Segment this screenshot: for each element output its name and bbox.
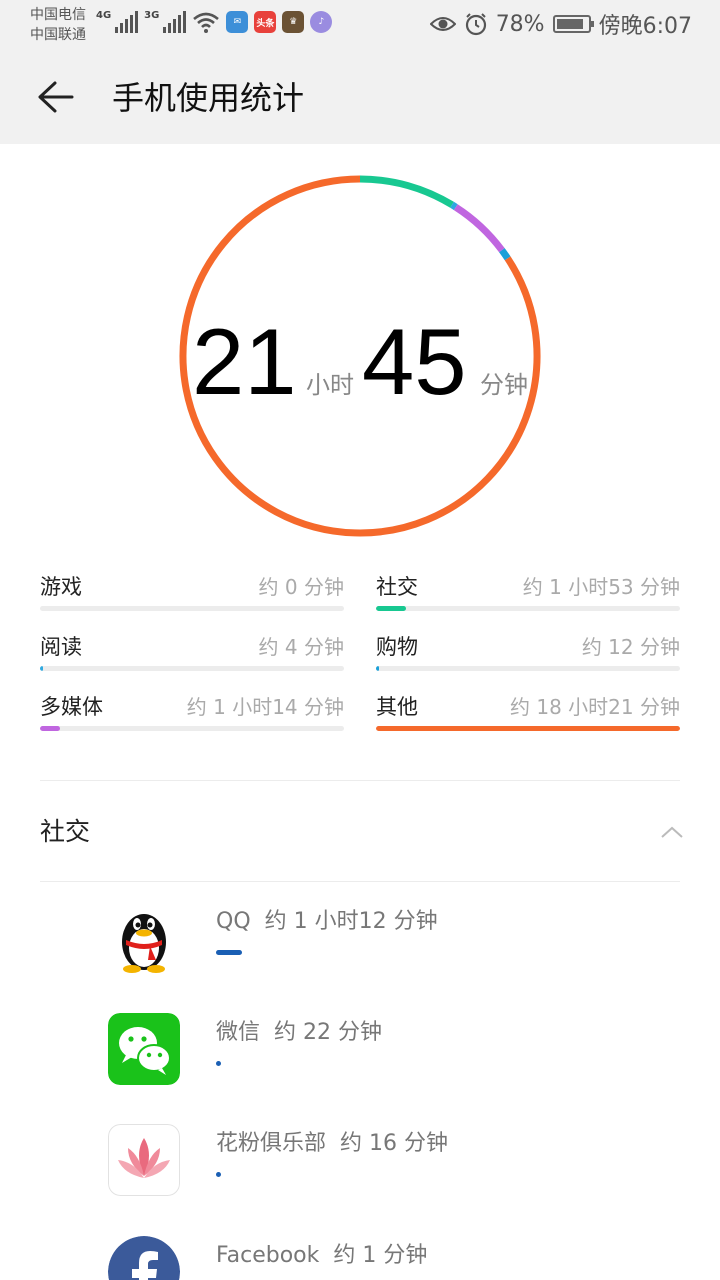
app-usage: 约 1 分钟 bbox=[333, 1243, 428, 1268]
category-value: 约 12 分钟 bbox=[581, 635, 680, 659]
app-name: 微信 bbox=[216, 1020, 261, 1045]
category-value: 约 1 小时53 分钟 bbox=[522, 575, 680, 599]
category-name: 购物 bbox=[376, 635, 418, 659]
page-title: 手机使用统计 bbox=[112, 79, 305, 117]
app-row-qq[interactable]: QQ 约 1 小时12 分钟 bbox=[0, 902, 720, 1002]
category-social[interactable]: 社交 约 1 小时53 分钟 bbox=[376, 574, 680, 618]
ring-segment-0 bbox=[359, 175, 454, 208]
ring-segment-2 bbox=[453, 204, 505, 253]
total-usage: 21 小时 45 分钟 bbox=[0, 312, 720, 412]
battery-percent: 78% bbox=[495, 11, 545, 37]
status-icons-left: 4G 3G ✉ 头条 ♛ ♪ bbox=[96, 10, 333, 34]
category-track bbox=[40, 606, 344, 611]
hours-unit: 小时 bbox=[306, 371, 354, 399]
category-bar bbox=[40, 666, 44, 671]
category-value: 约 0 分钟 bbox=[258, 575, 344, 599]
category-shopping[interactable]: 购物 约 12 分钟 bbox=[376, 634, 680, 678]
total-minutes: 45 bbox=[362, 309, 467, 414]
signal-icon-2 bbox=[163, 11, 187, 33]
category-bar bbox=[376, 726, 680, 731]
app-label: 花粉俱乐部约 16 分钟 bbox=[216, 1130, 448, 1158]
toutiao-icon: 头条 bbox=[254, 11, 277, 33]
category-multimedia[interactable]: 多媒体 约 1 小时14 分钟 bbox=[40, 694, 344, 738]
app-name: Facebook bbox=[216, 1243, 320, 1268]
eye-icon bbox=[429, 17, 456, 31]
total-hours: 21 bbox=[192, 309, 297, 414]
game-app-icon: ♛ bbox=[282, 11, 305, 33]
wifi-icon bbox=[193, 12, 220, 33]
carrier-2: 中国联通 bbox=[30, 27, 86, 43]
network-type-1: 4G bbox=[96, 10, 112, 21]
category-name: 多媒体 bbox=[40, 695, 103, 719]
ring-segment-3 bbox=[499, 248, 511, 261]
music-app-icon: ♪ bbox=[310, 11, 333, 33]
category-bar bbox=[376, 666, 380, 671]
app-name: QQ bbox=[216, 909, 251, 934]
status-bar: 中国电信 中国联通 4G 3G ✉ 头条 ♛ ♪ 78% 傍晚6:07 bbox=[0, 0, 720, 50]
category-track bbox=[376, 606, 680, 611]
category-bar bbox=[376, 606, 407, 611]
app-notification-icon: ✉ bbox=[226, 11, 249, 33]
category-track bbox=[40, 666, 344, 671]
category-name: 游戏 bbox=[40, 575, 82, 599]
minutes-unit: 分钟 bbox=[480, 371, 528, 399]
battery-icon bbox=[552, 15, 594, 33]
carrier-info: 中国电信 中国联通 bbox=[30, 5, 86, 45]
category-games[interactable]: 游戏 约 0 分钟 bbox=[40, 574, 344, 618]
category-name: 社交 bbox=[376, 575, 418, 599]
section-title[interactable]: 社交 bbox=[40, 816, 90, 848]
category-track bbox=[40, 726, 344, 731]
divider bbox=[40, 881, 680, 882]
app-label: Facebook 约 1 分钟 bbox=[216, 1242, 427, 1270]
status-icons-right: 78% 傍晚6:07 bbox=[429, 8, 692, 40]
carrier-1: 中国电信 bbox=[30, 7, 86, 23]
category-value: 约 18 小时21 分钟 bbox=[510, 695, 680, 719]
clock: 傍晚6:07 bbox=[598, 14, 692, 39]
qq-penguin-icon bbox=[122, 914, 166, 973]
app-row-facebook[interactable]: Facebook 约 1 分钟 bbox=[0, 1236, 720, 1280]
signal-icon bbox=[115, 11, 139, 33]
app-label: QQ 约 1 小时12 分钟 bbox=[216, 908, 438, 936]
ring-segment-1 bbox=[450, 201, 458, 211]
app-row-huafen-club[interactable]: 花粉俱乐部约 16 分钟 bbox=[0, 1124, 720, 1224]
lotus-icon bbox=[108, 1124, 180, 1196]
app-usage: 约 22 分钟 bbox=[274, 1020, 382, 1045]
app-label: 微信约 22 分钟 bbox=[216, 1019, 382, 1047]
app-usage-bar bbox=[216, 1172, 221, 1177]
chevron-up-icon[interactable] bbox=[660, 820, 684, 844]
app-usage-bar bbox=[216, 1061, 221, 1066]
app-row-wechat[interactable]: 微信约 22 分钟 bbox=[0, 1013, 720, 1113]
network-type-2: 3G bbox=[144, 10, 160, 21]
app-usage: 约 1 小时12 分钟 bbox=[264, 909, 438, 934]
category-reading[interactable]: 阅读 约 4 分钟 bbox=[40, 634, 344, 678]
alarm-icon bbox=[465, 13, 486, 36]
category-track bbox=[376, 666, 680, 671]
category-bar bbox=[40, 726, 61, 731]
back-button[interactable] bbox=[30, 72, 80, 122]
category-track bbox=[376, 726, 680, 731]
category-name: 阅读 bbox=[40, 635, 82, 659]
app-usage: 约 16 分钟 bbox=[340, 1131, 448, 1156]
category-value: 约 1 小时14 分钟 bbox=[186, 695, 344, 719]
category-other[interactable]: 其他 约 18 小时21 分钟 bbox=[376, 694, 680, 738]
app-name: 花粉俱乐部 bbox=[216, 1131, 327, 1156]
app-usage-bar bbox=[216, 950, 242, 955]
divider bbox=[40, 780, 680, 781]
category-value: 约 4 分钟 bbox=[258, 635, 344, 659]
wechat-icon bbox=[108, 1013, 180, 1085]
facebook-icon bbox=[108, 1236, 180, 1280]
category-name: 其他 bbox=[376, 695, 418, 719]
back-arrow-icon bbox=[38, 81, 74, 113]
app-bar: 手机使用统计 bbox=[0, 50, 720, 144]
